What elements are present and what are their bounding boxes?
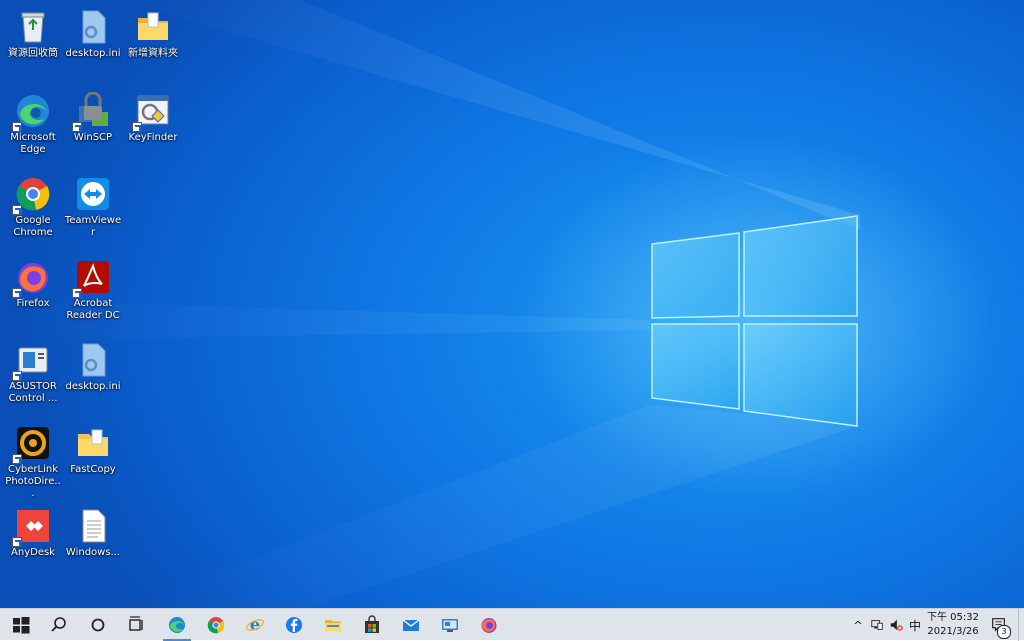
desktop-icon-label: Acrobat Reader DC — [66, 298, 120, 321]
taskbar-file-explorer[interactable] — [314, 609, 352, 641]
recycle-bin-icon — [14, 8, 52, 46]
teamviewer-icon — [74, 175, 112, 213]
desktop-icon-google-chrome[interactable]: Google Chrome — [4, 171, 62, 249]
desktop-icon-acrobat-reader[interactable]: Acrobat Reader DC — [64, 254, 122, 332]
taskbar-store[interactable] — [353, 609, 391, 641]
desktop-icon-winscp[interactable]: WinSCP — [64, 88, 122, 166]
desktop-icon-label: desktop.ini — [65, 48, 121, 59]
svg-text:e: e — [250, 615, 260, 634]
task-view-icon — [129, 616, 143, 631]
desktop-icon-label: KeyFinder — [128, 132, 178, 143]
facebook-icon — [286, 617, 302, 633]
text-file-icon — [74, 507, 112, 545]
taskbar-internet-explorer[interactable]: e — [236, 609, 274, 641]
acrobat-reader-icon — [72, 258, 112, 298]
clock[interactable]: 下午 05:32 2021/3/26 — [922, 611, 984, 639]
show-hidden-icons-button[interactable]: ^ — [850, 609, 866, 641]
winscp-icon — [72, 92, 112, 132]
desktop-icon-recycle-bin[interactable]: 資源回收筒 — [4, 4, 62, 82]
desktop-icon-teamviewer[interactable]: TeamViewer — [64, 171, 122, 249]
remote-desktop-icon — [442, 619, 458, 632]
network-status[interactable] — [868, 609, 886, 641]
search-icon — [51, 617, 66, 632]
task-view-button[interactable] — [117, 609, 155, 641]
desktop-icon-keyfinder[interactable]: KeyFinder — [124, 88, 182, 166]
desktop-icon-desktop-ini-2[interactable]: desktop.ini — [64, 337, 122, 415]
settings-file-icon — [74, 8, 112, 46]
clock-date: 2021/3/26 — [927, 626, 979, 637]
cortana-button[interactable] — [79, 609, 117, 641]
ie-icon: e — [246, 615, 264, 634]
taskbar-firefox[interactable] — [470, 609, 508, 641]
chrome-icon — [12, 175, 52, 215]
taskbar-remote-desktop[interactable] — [431, 609, 469, 641]
desktop-icon-label: Microsoft Edge — [10, 132, 56, 155]
show-desktop-button[interactable] — [1018, 609, 1024, 641]
desktop-icon-label: ASUSTOR Control ... — [8, 381, 58, 404]
taskbar-mail[interactable] — [392, 609, 430, 641]
desktop-icon-label: WinSCP — [73, 132, 113, 143]
desktop-icon-new-folder[interactable]: 新增資料夾 — [124, 4, 182, 82]
desktop-icon-label: Google Chrome — [13, 215, 53, 238]
search-button[interactable] — [40, 609, 78, 641]
asustor-icon — [12, 341, 52, 381]
photodirector-icon — [12, 424, 52, 464]
store-bag-icon — [365, 615, 379, 633]
action-center-button[interactable]: 3 — [986, 609, 1012, 641]
settings-file-icon — [74, 341, 112, 379]
clock-time: 下午 05:32 — [927, 612, 979, 623]
taskbar-chrome[interactable] — [197, 609, 235, 641]
volume-muted-icon — [890, 619, 903, 631]
cortana-circle-icon — [91, 618, 105, 632]
anydesk-icon — [12, 507, 52, 547]
mail-icon — [402, 619, 420, 631]
desktop-icon-windows-file[interactable]: Windows... — [64, 503, 122, 581]
desktop-icon-fastcopy[interactable]: FastCopy — [64, 420, 122, 498]
desktop-icon-microsoft-edge[interactable]: Microsoft Edge — [4, 88, 62, 166]
desktop-icon-firefox[interactable]: Firefox — [4, 254, 62, 332]
desktop[interactable]: 資源回收筒 Microsoft Edge Google Chrome Firef… — [0, 0, 1024, 608]
desktop-icon-label: Windows... — [65, 547, 121, 558]
windows-logo-icon — [13, 617, 30, 634]
folder-icon — [325, 620, 341, 631]
keyfinder-icon — [132, 92, 172, 132]
taskbar-facebook[interactable] — [275, 609, 313, 641]
notification-count-badge: 3 — [997, 625, 1011, 639]
desktop-icon-cyberlink-photodirector[interactable]: CyberLink PhotoDire... — [4, 420, 62, 499]
taskbar-edge[interactable] — [158, 609, 196, 641]
desktop-icon-label: 新增資料夾 — [128, 48, 178, 59]
taskbar: e ^ 中 下午 05:32 2021/3/26 3 — [0, 608, 1024, 641]
folder-icon — [134, 8, 172, 46]
desktop-icon-anydesk[interactable]: AnyDesk — [4, 503, 62, 581]
folder-icon — [74, 424, 112, 462]
desktop-icon-label: FastCopy — [70, 464, 116, 475]
firefox-icon — [481, 618, 497, 633]
desktop-icon-desktop-ini[interactable]: desktop.ini — [64, 4, 122, 82]
ime-label: 中 — [908, 618, 921, 633]
edge-icon — [169, 617, 185, 633]
desktop-icon-label: Firefox — [16, 298, 50, 309]
desktop-icon-label: TeamViewer — [64, 215, 122, 238]
edge-icon — [12, 92, 52, 132]
start-button[interactable] — [2, 609, 40, 641]
network-icon — [871, 620, 883, 630]
desktop-icon-asustor-control[interactable]: ASUSTOR Control ... — [4, 337, 62, 415]
desktop-icon-label: desktop.ini — [65, 381, 121, 392]
chrome-icon — [207, 617, 225, 634]
firefox-icon — [12, 258, 52, 298]
volume-control[interactable] — [887, 609, 905, 641]
desktop-icon-label: AnyDesk — [11, 547, 55, 558]
chevron-up-icon: ^ — [853, 618, 863, 632]
desktop-icon-label: CyberLink PhotoDire... — [5, 464, 61, 499]
desktop-icon-label: 資源回收筒 — [8, 48, 58, 59]
